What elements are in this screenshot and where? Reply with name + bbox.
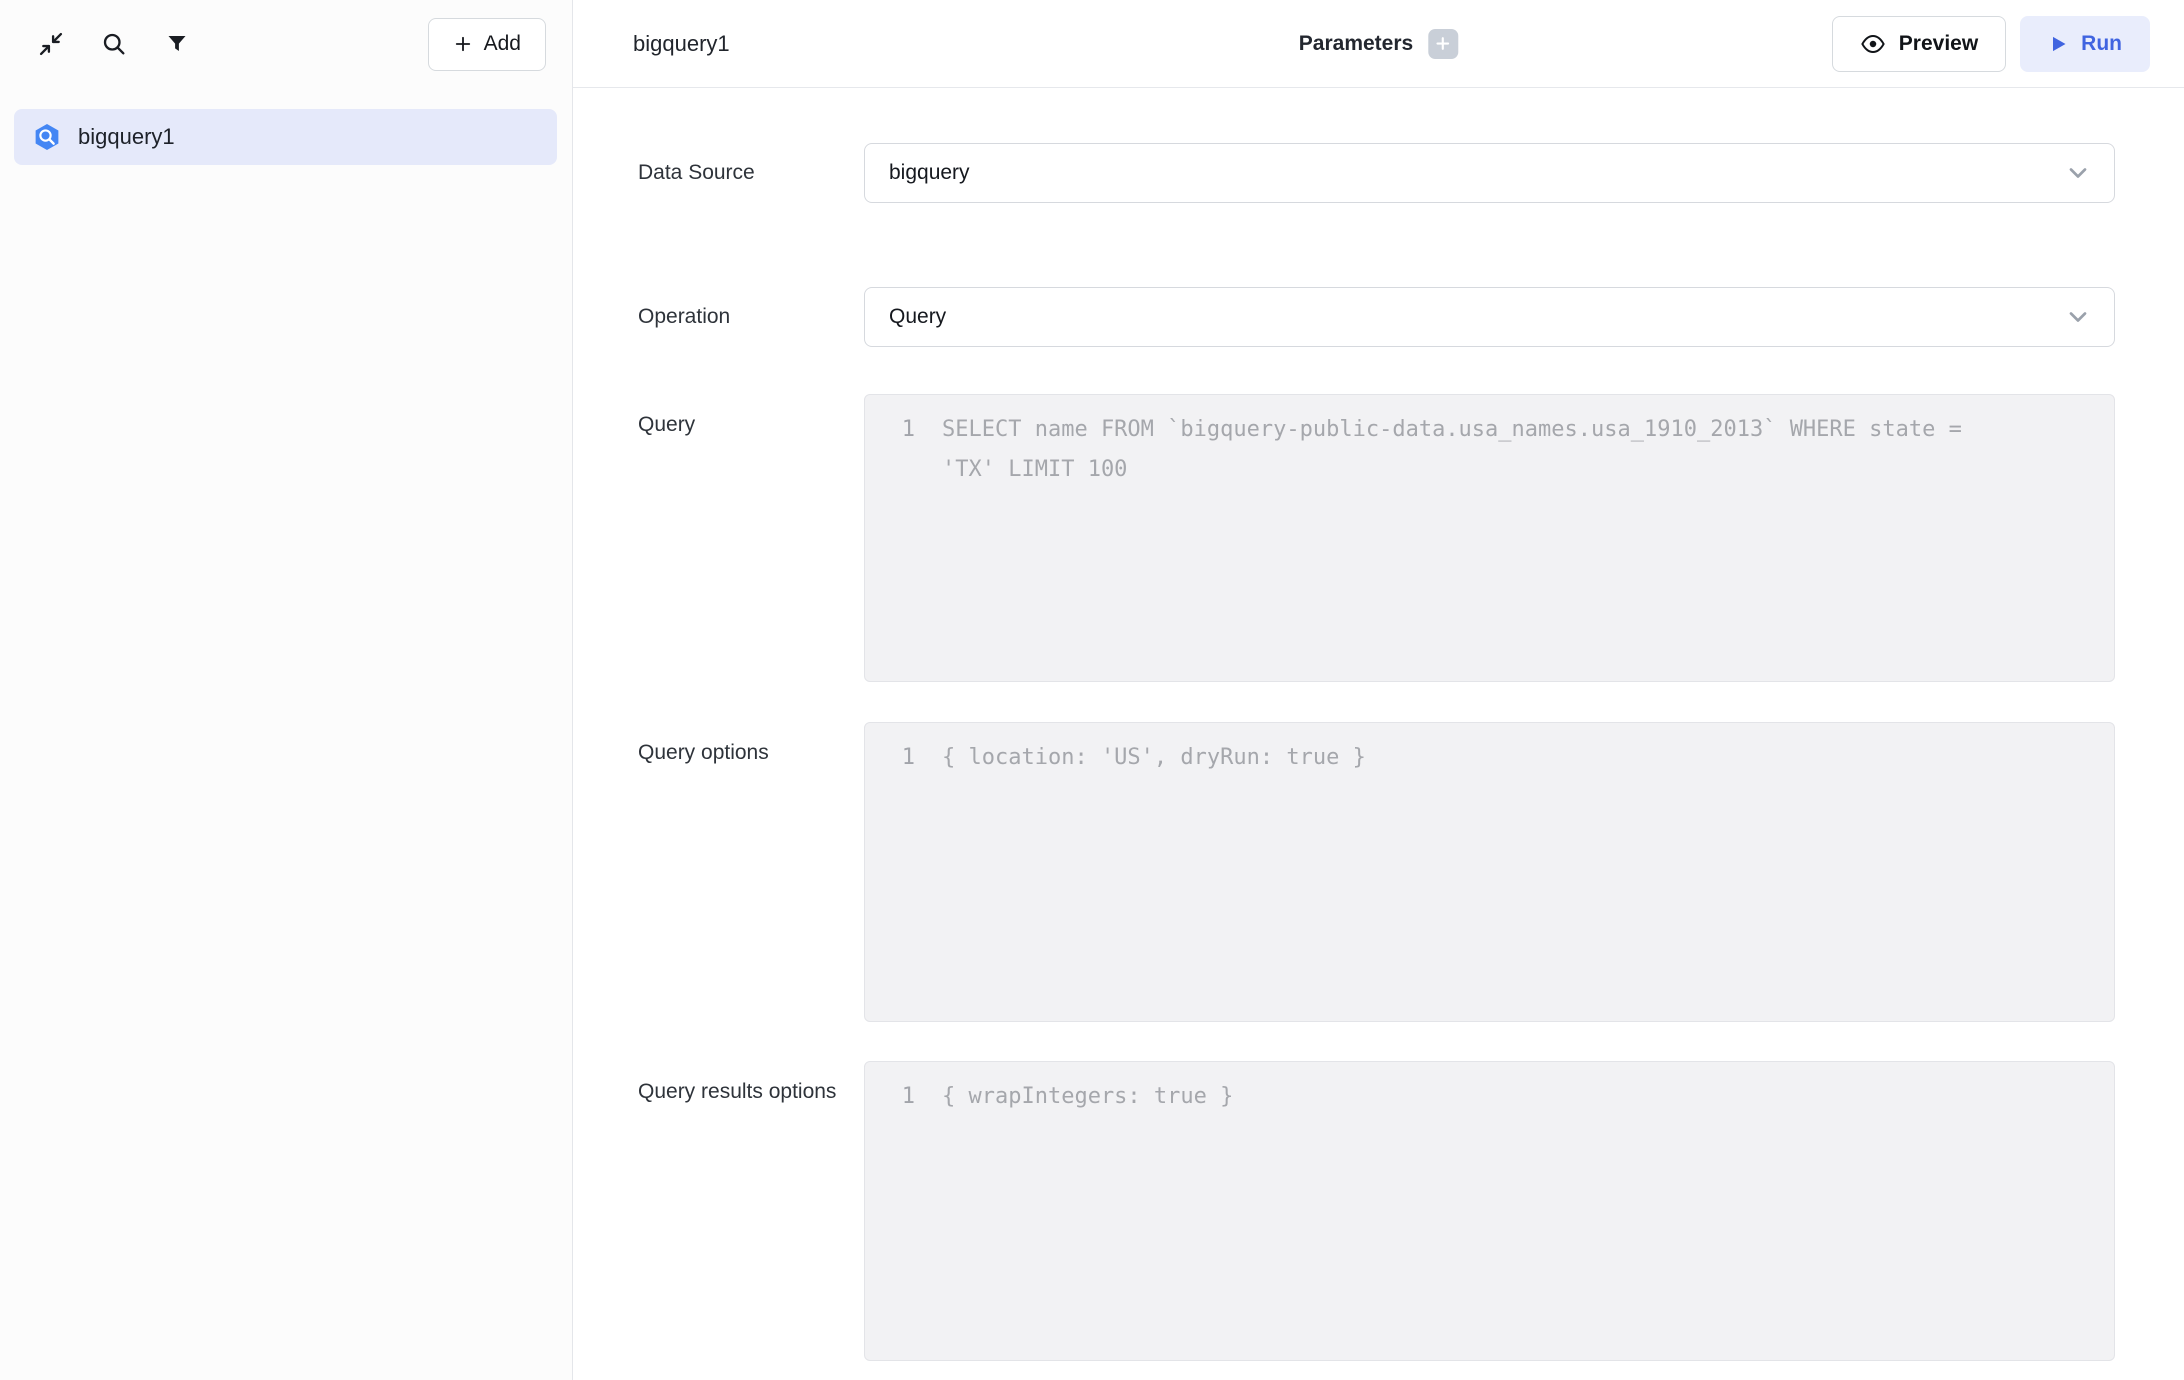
query-sidebar: Add bigquery1 bbox=[0, 0, 573, 1380]
data-source-value: bigquery bbox=[889, 161, 970, 185]
parameters-section: Parameters bbox=[1299, 29, 1458, 59]
query-row: Query 1 SELECT name FROM `bigquery-publi… bbox=[638, 394, 2184, 682]
eye-icon bbox=[1860, 31, 1886, 57]
run-button-label: Run bbox=[2081, 32, 2122, 56]
query-options-row: Query options 1 { location: 'US', dryRun… bbox=[638, 722, 2184, 1022]
bigquery-icon bbox=[32, 122, 62, 152]
collapse-panel-icon[interactable] bbox=[36, 29, 66, 59]
data-source-select[interactable]: bigquery bbox=[864, 143, 2115, 203]
add-parameter-button[interactable] bbox=[1428, 29, 1458, 59]
add-button-label: Add bbox=[484, 32, 521, 56]
data-source-row: Data Source bigquery bbox=[638, 143, 2184, 203]
parameters-label: Parameters bbox=[1299, 32, 1413, 56]
query-code-editor[interactable]: 1 SELECT name FROM `bigquery-public-data… bbox=[864, 394, 2115, 682]
query-results-options-label: Query results options bbox=[638, 1061, 838, 1361]
play-icon bbox=[2048, 34, 2068, 54]
data-source-label: Data Source bbox=[638, 158, 838, 188]
plus-icon bbox=[453, 34, 473, 54]
search-icon[interactable] bbox=[99, 29, 129, 59]
query-options-code-editor[interactable]: 1 { location: 'US', dryRun: true } bbox=[864, 722, 2115, 1022]
chevron-down-icon bbox=[2064, 159, 2092, 187]
line-number: 1 bbox=[865, 1077, 915, 1117]
preview-button-label: Preview bbox=[1899, 32, 1978, 56]
sidebar-item-bigquery1[interactable]: bigquery1 bbox=[14, 109, 557, 165]
operation-value: Query bbox=[889, 305, 946, 329]
query-placeholder-text: SELECT name FROM `bigquery-public-data.u… bbox=[942, 410, 2002, 490]
sidebar-toolbar: Add bbox=[0, 0, 572, 88]
app-root: Add bigquery1 bigquery1 Parameters bbox=[0, 0, 2184, 1380]
operation-select[interactable]: Query bbox=[864, 287, 2115, 347]
query-options-label: Query options bbox=[638, 722, 838, 1022]
header-actions: Preview Run bbox=[1832, 16, 2150, 72]
query-results-options-row: Query results options 1 { wrapIntegers: … bbox=[638, 1061, 2184, 1361]
preview-button[interactable]: Preview bbox=[1832, 16, 2006, 72]
add-query-button[interactable]: Add bbox=[428, 18, 546, 71]
query-results-options-placeholder-text: { wrapIntegers: true } bbox=[942, 1077, 1233, 1117]
query-results-options-code-editor[interactable]: 1 { wrapIntegers: true } bbox=[864, 1061, 2115, 1361]
query-options-placeholder-text: { location: 'US', dryRun: true } bbox=[942, 738, 1366, 778]
query-label: Query bbox=[638, 394, 838, 682]
chevron-down-icon bbox=[2064, 303, 2092, 331]
query-editor-main: bigquery1 Parameters bbox=[573, 0, 2184, 1380]
line-number: 1 bbox=[865, 410, 915, 450]
line-number: 1 bbox=[865, 738, 915, 778]
operation-label: Operation bbox=[638, 302, 838, 332]
filter-icon[interactable] bbox=[162, 29, 192, 59]
page-title: bigquery1 bbox=[633, 31, 730, 57]
query-form: Data Source bigquery Operation bbox=[573, 88, 2184, 1361]
sidebar-item-label: bigquery1 bbox=[78, 124, 175, 150]
query-header: bigquery1 Parameters bbox=[573, 0, 2184, 88]
run-button[interactable]: Run bbox=[2020, 16, 2150, 72]
operation-row: Operation Query bbox=[638, 287, 2184, 347]
